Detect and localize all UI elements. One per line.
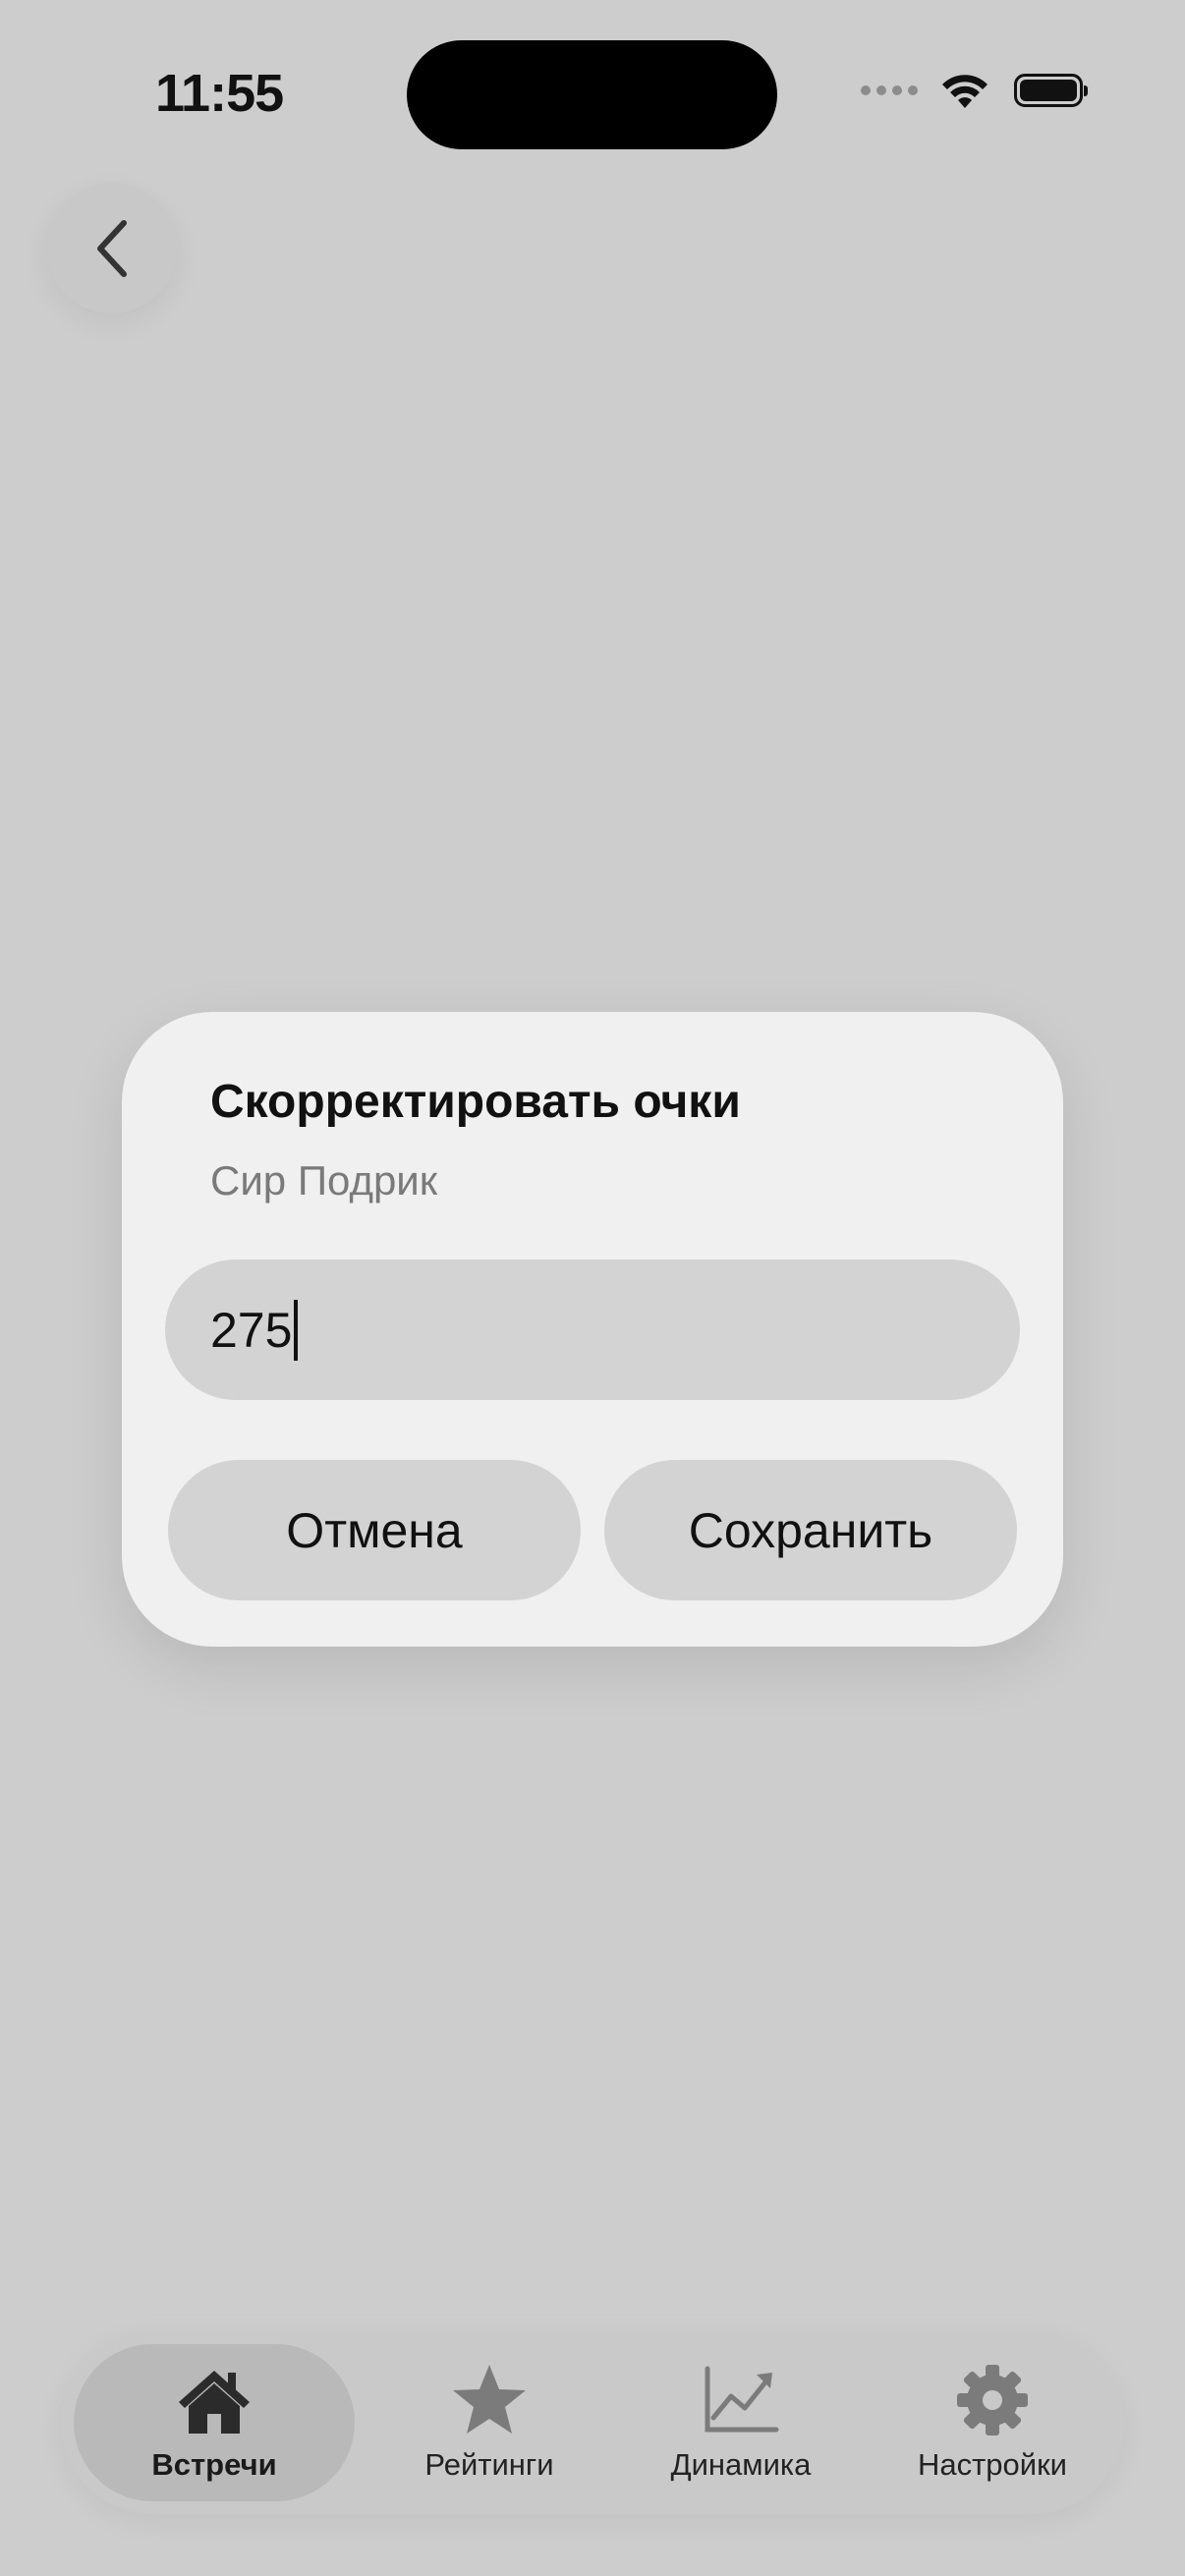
- adjust-points-dialog: Скорректировать очки Сир Подрик 275 Отме…: [122, 1012, 1063, 1647]
- tab-ratings-label: Рейтинги: [424, 2447, 554, 2482]
- save-button[interactable]: Сохранить: [604, 1460, 1017, 1600]
- tab-settings[interactable]: Настройки: [876, 2344, 1108, 2501]
- house-icon: [175, 2363, 254, 2437]
- chevron-left-icon: [96, 219, 127, 277]
- tab-dynamics[interactable]: Динамика: [625, 2344, 857, 2501]
- tab-settings-label: Настройки: [917, 2447, 1067, 2482]
- text-caret: [294, 1299, 299, 1361]
- points-input[interactable]: 275: [165, 1260, 1020, 1400]
- star-icon: [450, 2363, 529, 2437]
- dialog-subtitle: Сир Подрик: [210, 1157, 438, 1204]
- cellular-signal-icon: [861, 85, 918, 95]
- tab-meetings-label: Встречи: [151, 2447, 277, 2482]
- tab-meetings[interactable]: Встречи: [74, 2344, 355, 2501]
- dynamic-island: [407, 40, 777, 149]
- tab-dynamics-label: Динамика: [670, 2447, 812, 2482]
- points-input-value: 275: [210, 1302, 293, 1358]
- dialog-title: Скорректировать очки: [210, 1076, 741, 1128]
- back-button[interactable]: [46, 183, 177, 313]
- chart-line-icon: [702, 2363, 780, 2437]
- cancel-button[interactable]: Отмена: [168, 1460, 581, 1600]
- status-icons: [861, 71, 1088, 110]
- wifi-icon: [942, 75, 988, 108]
- tab-ratings[interactable]: Рейтинги: [373, 2344, 605, 2501]
- tab-bar: Встречи Рейтинги Динамика Настройки: [61, 2331, 1124, 2514]
- gear-icon: [953, 2363, 1032, 2437]
- status-time: 11:55: [155, 64, 284, 123]
- battery-icon: [1014, 74, 1088, 107]
